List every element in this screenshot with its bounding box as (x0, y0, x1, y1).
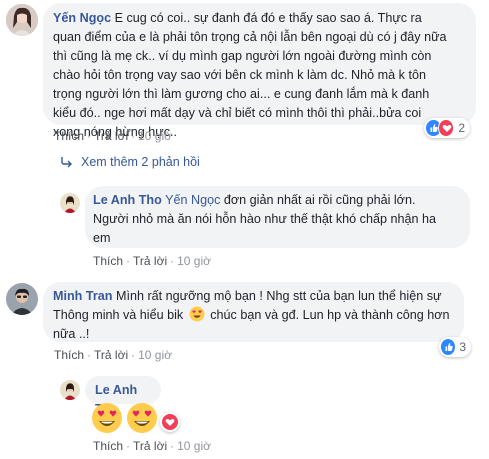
avatar-yen-ngoc[interactable] (6, 4, 38, 36)
reply-text: Le Anh Tho Yến Ngọc đơn giản nhất ai rồi… (93, 191, 462, 248)
comment-actions: Thích · Trả lời · 10 giờ (54, 129, 172, 143)
timestamp[interactable]: 10 giờ (177, 254, 211, 268)
comment-bubble: Yến Ngọc E cug có coi.. sự đanh đá đó e … (43, 3, 476, 139)
reply-line: em (93, 231, 111, 245)
reaction-count: 3 (459, 340, 466, 354)
reply-link[interactable]: Trả lời (94, 129, 128, 143)
heart-reaction-icon (437, 119, 455, 137)
reply-line: đơn giản nhất ai rồi cũng phải lớn. (223, 193, 416, 207)
emoji-sticker-row (91, 402, 180, 434)
heart-eyes-emoji (126, 402, 158, 434)
comment-text: Yến Ngọc E cug có coi.. sự đanh đá đó e … (53, 9, 466, 142)
like-link[interactable]: Thích (54, 348, 84, 362)
like-link[interactable]: Thích (93, 439, 123, 453)
heart-eyes-emoji (91, 402, 123, 434)
comment-line: quan điểm của e là phải tôn trọng cả nội… (53, 30, 447, 44)
heart-reaction-icon (162, 414, 178, 430)
reaction-summary[interactable]: 3 (439, 337, 471, 357)
reply-actions: Thích · Trả lời · 10 giờ (93, 254, 211, 268)
avatar-minh-tran[interactable] (6, 283, 38, 315)
reaction-count: 2 (458, 121, 465, 135)
reply-line: Người nhỏ mà ăn nói hỗn hào như thế thật… (93, 212, 437, 226)
comment-line: Mình rất ngưỡng mộ bạn ! Nhg stt của bạn… (115, 289, 442, 303)
comment-line: E cug có coi.. sự đanh đá đó e thấy sao … (114, 11, 422, 25)
comment-line: chào hỏi tôn trọng vay sao với bên ck mì… (53, 68, 426, 82)
like-reaction-icon (441, 339, 456, 355)
heart-eyes-emoji (189, 306, 205, 322)
comment-line: Thông minh và hiểu bik (53, 308, 184, 322)
reply-arrow-icon (59, 156, 75, 168)
reply-link[interactable]: Trả lời (133, 439, 167, 453)
mention-link[interactable]: Yến Ngọc (165, 193, 220, 207)
comment-line: kiểu đó.. nge hơi mất dạy và chỉ biết có… (53, 106, 422, 120)
reply-bubble: Le Anh Tho Yến Ngọc đơn giản nhất ai rồi… (85, 186, 470, 248)
like-link[interactable]: Thích (54, 129, 84, 143)
like-link[interactable]: Thích (93, 254, 123, 268)
comment-line: thì cũng là mẹ ck.. ví dụ mình gap người… (53, 49, 432, 63)
more-replies-label: Xem thêm 2 phản hồi (81, 155, 200, 169)
comment-actions: Thích · Trả lời · 10 giờ (54, 348, 172, 362)
timestamp[interactable]: 10 giờ (177, 439, 211, 453)
reply-actions: Thích · Trả lời · 10 giờ (93, 439, 211, 453)
comment-line: nữa ..! (53, 327, 90, 341)
reaction-summary[interactable] (160, 412, 180, 432)
timestamp[interactable]: 10 giờ (138, 129, 172, 143)
reply-link[interactable]: Trả lời (94, 348, 128, 362)
comment-text: Minh Tran Mình rất ngưỡng mộ bạn ! Nhg s… (53, 287, 454, 344)
avatar-le-anh-tho[interactable] (60, 380, 80, 400)
comment-line: chúc bạn và gđ. Lun hp và thành công hơn (210, 308, 450, 322)
comment-author[interactable]: Minh Tran (53, 289, 112, 303)
comment-bubble: Minh Tran Mình rất ngưỡng mộ bạn ! Nhg s… (43, 282, 464, 342)
comment-line: trọng người lớn thì làm gương cho ai... … (53, 87, 430, 101)
avatar-le-anh-tho[interactable] (60, 193, 80, 213)
reply-author[interactable]: Le Anh Tho (93, 193, 162, 207)
comment-author[interactable]: Yến Ngọc (53, 11, 111, 25)
reply-link[interactable]: Trả lời (133, 254, 167, 268)
view-more-replies-link[interactable]: Xem thêm 2 phản hồi (59, 155, 200, 169)
timestamp[interactable]: 10 giờ (138, 348, 172, 362)
reply-bubble: Le Anh Tho (85, 376, 161, 416)
reaction-summary[interactable]: 2 (424, 118, 470, 138)
